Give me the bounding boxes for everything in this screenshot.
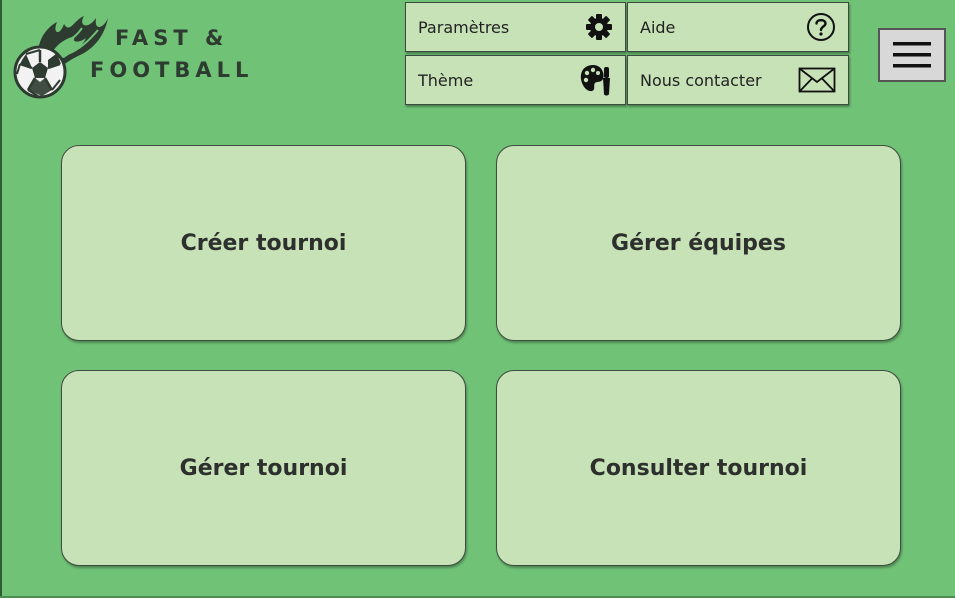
flaming-soccer-ball-icon bbox=[13, 16, 108, 99]
app-logo: FAST & FOOTBALL bbox=[12, 10, 252, 102]
parametres-label: Paramètres bbox=[418, 17, 510, 37]
gerer-tournoi-label: Gérer tournoi bbox=[179, 455, 348, 481]
palette-icon bbox=[579, 63, 613, 97]
consulter-tournoi-button[interactable]: Consulter tournoi bbox=[496, 370, 901, 566]
gerer-equipes-button[interactable]: Gérer équipes bbox=[496, 145, 901, 341]
consulter-tournoi-label: Consulter tournoi bbox=[589, 455, 808, 481]
creer-tournoi-label: Créer tournoi bbox=[180, 230, 347, 256]
creer-tournoi-button[interactable]: Créer tournoi bbox=[61, 145, 466, 341]
hamburger-menu-icon bbox=[893, 42, 931, 68]
question-icon bbox=[806, 12, 836, 42]
contact-label: Nous contacter bbox=[640, 70, 762, 90]
theme-label: Thème bbox=[418, 70, 474, 90]
aide-label: Aide bbox=[640, 17, 676, 37]
parametres-menu-item[interactable]: Paramètres bbox=[405, 2, 626, 52]
gear-icon bbox=[585, 13, 613, 41]
gerer-tournoi-button[interactable]: Gérer tournoi bbox=[61, 370, 466, 566]
hamburger-menu-button[interactable] bbox=[878, 28, 946, 82]
theme-menu-item[interactable]: Thème bbox=[405, 55, 626, 105]
envelope-icon bbox=[798, 66, 836, 94]
logo-text-line2: FOOTBALL bbox=[90, 58, 254, 82]
logo-text-line1: FAST & bbox=[115, 26, 229, 50]
window-left-border bbox=[0, 0, 2, 598]
gerer-equipes-label: Gérer équipes bbox=[611, 230, 786, 256]
contact-menu-item[interactable]: Nous contacter bbox=[627, 55, 849, 105]
aide-menu-item[interactable]: Aide bbox=[627, 2, 849, 52]
